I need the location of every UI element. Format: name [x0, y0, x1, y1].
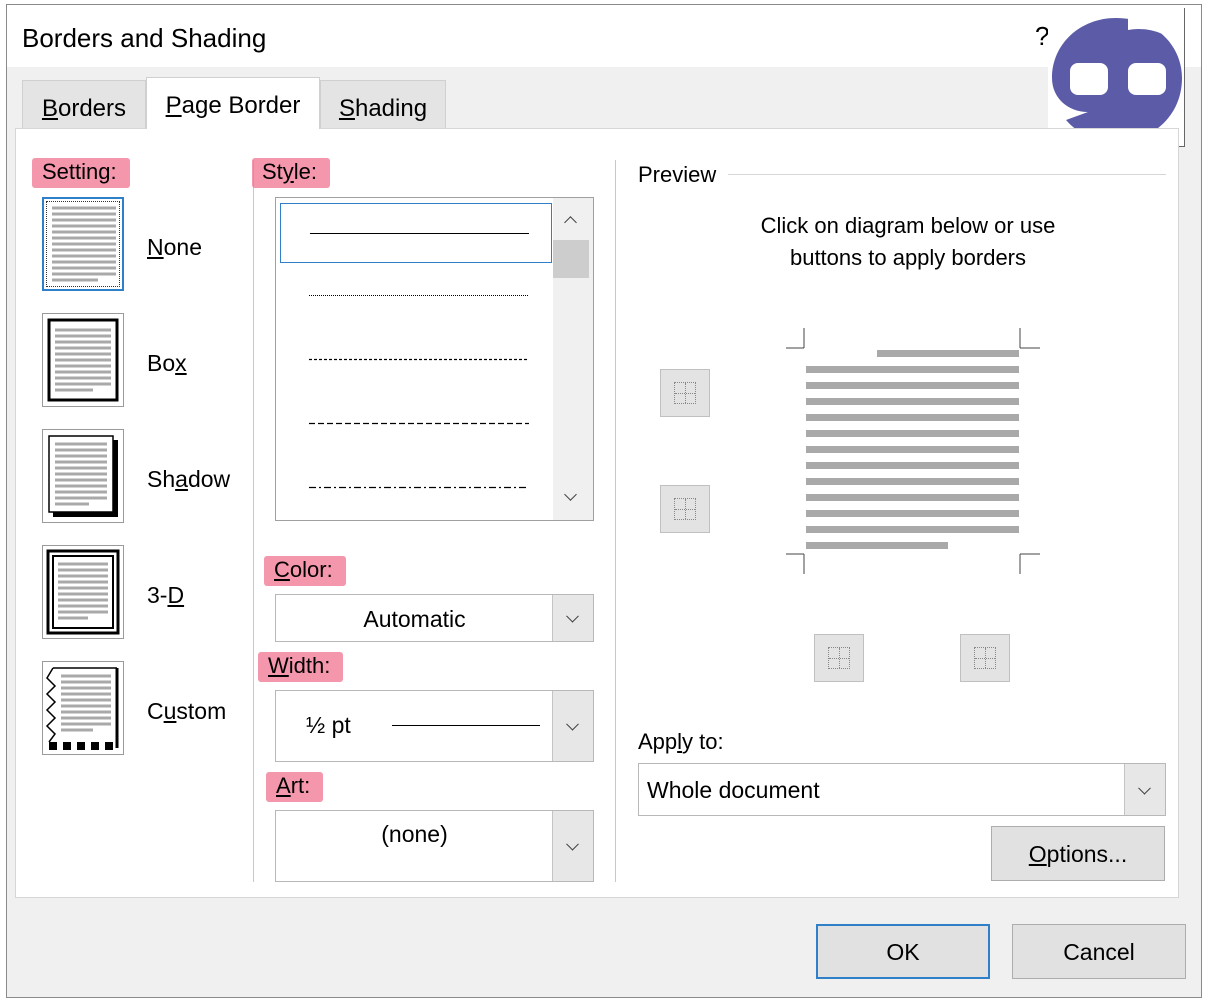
art-label-text: Art: — [266, 772, 324, 802]
scroll-up-icon[interactable] — [564, 216, 577, 229]
setting-box-icon[interactable] — [42, 313, 124, 407]
tab-page-border-label: age Border — [181, 92, 301, 119]
top-border-icon — [674, 382, 696, 404]
cancel-button[interactable]: Cancel — [1012, 924, 1186, 979]
apply-to-dropdown[interactable]: Whole document — [638, 763, 1166, 816]
apply-to-label: Apply to: — [638, 729, 724, 754]
color-label-text: Color: — [264, 556, 346, 586]
setting-custom-icon[interactable] — [42, 661, 124, 755]
preview-divider — [728, 174, 1166, 175]
style-label-text: Style: — [252, 158, 331, 188]
bottom-border-button[interactable] — [660, 485, 710, 533]
color-value: Automatic — [363, 606, 466, 632]
preview-diagram[interactable] — [786, 328, 1040, 574]
options-button[interactable]: Options... — [991, 826, 1165, 881]
tab-shading[interactable]: Shading — [320, 80, 446, 128]
art-dropdown[interactable]: (none) — [275, 810, 594, 882]
setting-none-icon[interactable] — [42, 197, 124, 291]
setting-shadow-icon[interactable] — [42, 429, 124, 523]
scroll-down-icon[interactable] — [564, 488, 577, 501]
art-value: (none) — [381, 821, 448, 847]
title-bar: Borders and Shading ? — [7, 5, 1201, 67]
color-label: Color: — [264, 556, 346, 586]
setting-3d-icon[interactable] — [42, 545, 124, 639]
style-list[interactable] — [275, 197, 594, 521]
width-dropdown[interactable]: ½ pt — [275, 690, 594, 762]
style-option-dashed[interactable] — [280, 394, 552, 454]
setting-box-label[interactable]: Box — [147, 350, 187, 377]
setting-label: Setting: — [32, 158, 130, 188]
tab-shading-label: hading — [354, 95, 428, 122]
color-dropdown[interactable]: Automatic — [275, 594, 594, 642]
width-value: ½ pt — [306, 712, 351, 738]
chevron-down-icon[interactable] — [552, 595, 593, 641]
width-label: Width: — [258, 652, 344, 682]
setting-3d-label[interactable]: 3-D — [147, 582, 184, 609]
tab-page-border[interactable]: Page Border — [146, 77, 320, 129]
style-option-dashed-small[interactable] — [280, 330, 552, 390]
width-line-preview — [392, 725, 540, 726]
setting-label-text: Setting: — [32, 158, 130, 188]
tab-shading-mnemonic: S — [338, 95, 355, 122]
logo-icon — [1048, 8, 1185, 147]
divider — [615, 160, 616, 882]
tab-page-border-mnemonic: P — [165, 92, 182, 119]
chevron-down-icon[interactable] — [552, 811, 593, 881]
right-border-button[interactable] — [960, 634, 1010, 682]
preview-instructions-line2: buttons to apply borders — [789, 245, 1027, 270]
width-label-text: Width: — [258, 652, 344, 682]
divider — [253, 160, 254, 882]
ok-button[interactable]: OK — [816, 924, 990, 979]
scroll-thumb[interactable] — [553, 240, 589, 278]
tab-borders-mnemonic: B — [41, 95, 58, 122]
right-border-icon — [974, 647, 996, 669]
preview-title: Preview — [638, 162, 717, 187]
chevron-down-icon[interactable] — [1124, 764, 1165, 815]
left-border-icon — [828, 647, 850, 669]
art-label: Art: — [266, 772, 324, 802]
style-option-dash-dot[interactable] — [280, 458, 552, 518]
preview-instructions-line1: Click on diagram below or use — [760, 213, 1056, 238]
tab-borders-label: orders — [57, 95, 127, 122]
setting-none-label[interactable]: None — [147, 234, 202, 261]
preview-instructions: Click on diagram below or use buttons to… — [638, 210, 1178, 274]
style-scrollbar[interactable] — [553, 198, 593, 520]
apply-to-value: Whole document — [647, 777, 820, 803]
bottom-border-icon — [674, 498, 696, 520]
setting-shadow-label[interactable]: Shadow — [147, 466, 230, 493]
top-border-button[interactable] — [660, 369, 710, 417]
tab-borders[interactable]: Borders — [22, 80, 146, 128]
setting-custom-label[interactable]: Custom — [147, 698, 226, 725]
style-option-dotted[interactable] — [280, 266, 552, 326]
style-label: Style: — [252, 158, 331, 188]
left-border-button[interactable] — [814, 634, 864, 682]
chevron-down-icon[interactable] — [552, 691, 593, 761]
dialog-title: Borders and Shading — [22, 23, 267, 53]
style-option-solid[interactable] — [280, 203, 552, 263]
